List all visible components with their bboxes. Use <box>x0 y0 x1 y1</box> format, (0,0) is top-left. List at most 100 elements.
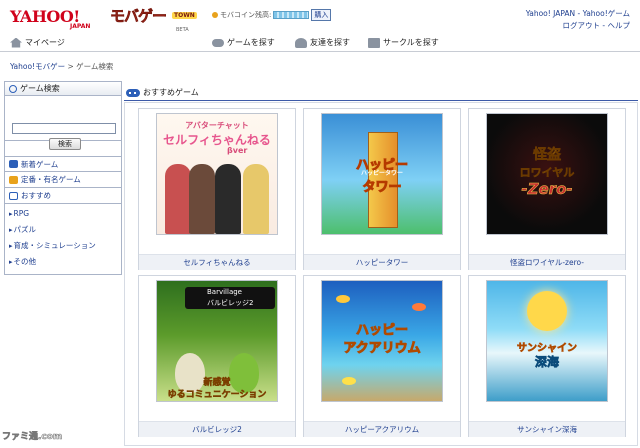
separator: - <box>575 9 583 18</box>
art-text: サンシャイン <box>517 343 578 355</box>
game-art: Barvillage バルビレッジ2 新感覚 ゆるコミュニケーション <box>157 281 277 401</box>
game-card[interactable]: 怪盗 ロワイヤル -Zero- 怪盗ロワイヤル-zero- <box>468 108 626 270</box>
art-text: ハッピータワー <box>360 170 403 177</box>
sidebar: ゲーム検索 検索 新着ゲーム 定番・有名ゲーム おすすめ RPG パズル 育成・… <box>4 81 122 275</box>
watermark: ファミ通.com <box>2 432 63 443</box>
art-text: セルフィちゃんねる <box>163 133 271 147</box>
art-text: 深海 <box>534 355 560 370</box>
game-art: サンシャイン 深海 <box>487 281 607 401</box>
yahoo-logo-japan: JAPAN <box>70 23 91 30</box>
game-thumbnail[interactable]: Barvillage バルビレッジ2 新感覚 ゆるコミュニケーション <box>156 280 278 402</box>
art-text: 怪盗 <box>533 147 562 164</box>
art-text: アクアリウム <box>343 341 421 357</box>
breadcrumb-current: ゲーム検索 <box>76 62 114 71</box>
character-art <box>189 164 215 234</box>
coin-amount <box>273 11 310 19</box>
character-art <box>165 164 191 234</box>
yahoo-japan-link[interactable]: Yahoo! JAPAN <box>526 9 575 18</box>
art-text: アバターチャット <box>185 121 249 130</box>
art-text: -Zero- <box>521 180 573 199</box>
circle-group-icon <box>368 37 380 48</box>
coin-icon <box>212 12 218 18</box>
genre-puzzle[interactable]: パズル <box>9 222 121 238</box>
game-title[interactable]: 怪盗ロワイヤル-zero- <box>469 254 625 270</box>
game-title[interactable]: バルビレッジ2 <box>139 421 295 437</box>
art-text: Barvillage <box>207 288 242 296</box>
controller-icon <box>126 88 140 97</box>
genre-rpg[interactable]: RPG <box>9 206 121 222</box>
search-box: 検索 <box>4 96 122 150</box>
game-title[interactable]: サンシャイン深海 <box>469 421 625 437</box>
mobage-logo-town: TOWN <box>172 12 197 19</box>
category-label: おすすめ <box>21 191 51 200</box>
game-title[interactable]: ハッピータワー <box>304 254 460 270</box>
category-label: 新着ゲーム <box>21 159 59 169</box>
title-bar: Barvillage バルビレッジ2 <box>185 287 275 309</box>
character-art <box>243 164 269 234</box>
separator: - <box>600 21 608 30</box>
game-thumbnail[interactable]: サンシャイン 深海 <box>486 280 608 402</box>
new-icon <box>9 160 18 168</box>
controller-icon <box>212 38 224 47</box>
art-text: タワー <box>362 180 402 196</box>
nav-find-circle[interactable]: サークルを探す <box>368 37 439 48</box>
game-art: 怪盗 ロワイヤル -Zero- <box>487 114 607 234</box>
header: YAHOO! JAPAN モバゲー TOWN BETA モバコイン残高: 購入 … <box>0 0 640 34</box>
coin-balance: モバコイン残高: 購入 <box>212 9 332 21</box>
category-label: 定番・有名ゲーム <box>21 175 81 184</box>
game-search-title: ゲーム検索 <box>20 84 60 93</box>
category-recommended[interactable]: おすすめ <box>4 188 122 204</box>
section-title: おすすめゲーム <box>143 88 199 97</box>
art-text: バルビレッジ2 <box>207 299 254 307</box>
genre-simulation[interactable]: 育成・シミュレーション <box>9 238 121 254</box>
game-title[interactable]: セルフィちゃんねる <box>139 254 295 270</box>
game-art: アバターチャット セルフィちゃんねる βver <box>157 114 277 234</box>
nav-mypage[interactable]: マイページ <box>10 37 65 48</box>
game-card[interactable]: サンシャイン 深海 サンシャイン深海 <box>468 275 626 437</box>
category-popular[interactable]: 定番・有名ゲーム <box>4 172 122 188</box>
home-icon <box>10 37 22 48</box>
game-card[interactable]: ハッピー タワー ハッピータワー ハッピータワー <box>303 108 461 270</box>
game-thumbnail[interactable]: アバターチャット セルフィちゃんねる βver <box>156 113 278 235</box>
top-links: Yahoo! JAPAN - Yahoo!ゲーム ログアウト - ヘルプ <box>526 8 630 32</box>
game-grid: アバターチャット セルフィちゃんねる βver セルフィちゃんねる ハッピー タ… <box>124 102 638 446</box>
friends-icon <box>295 37 307 48</box>
nav-find-circle-label: サークルを探す <box>383 38 439 47</box>
yahoo-game-link[interactable]: Yahoo!ゲーム <box>583 9 630 18</box>
genre-other[interactable]: その他 <box>9 254 121 270</box>
star-icon <box>9 175 18 184</box>
search-button[interactable]: 検索 <box>49 138 81 150</box>
buy-coin-button[interactable]: 購入 <box>311 9 332 21</box>
game-card[interactable]: Barvillage バルビレッジ2 新感覚 ゆるコミュニケーション バルビレッ… <box>138 275 296 437</box>
search-input[interactable] <box>12 123 116 134</box>
beta-label: BETA <box>176 27 189 33</box>
game-thumbnail[interactable]: ハッピー アクアリウム <box>321 280 443 402</box>
game-thumbnail[interactable]: 怪盗 ロワイヤル -Zero- <box>486 113 608 235</box>
mobage-logo[interactable]: モバゲー <box>110 5 168 26</box>
art-text: ハッピー <box>355 323 408 339</box>
genre-list: RPG パズル 育成・シミュレーション その他 <box>4 204 122 275</box>
nav-find-game[interactable]: ゲームを探す <box>212 37 275 48</box>
tv-icon <box>9 191 18 200</box>
game-title[interactable]: ハッピーアクアリウム <box>304 421 460 437</box>
character-art <box>215 164 241 234</box>
fish-art <box>342 377 356 385</box>
game-card[interactable]: ハッピー アクアリウム ハッピーアクアリウム <box>303 275 461 437</box>
nav-find-friend-label: 友達を探す <box>310 38 350 47</box>
help-link[interactable]: ヘルプ <box>608 21 631 30</box>
art-text: ロワイヤル <box>519 166 575 180</box>
game-search-header: ゲーム検索 <box>4 81 122 96</box>
logout-link[interactable]: ログアウト <box>563 21 601 30</box>
breadcrumb-home[interactable]: Yahoo!モバゲー <box>10 62 65 71</box>
nav-find-friend[interactable]: 友達を探す <box>295 37 350 48</box>
breadcrumb-separator: > <box>65 62 77 71</box>
search-icon <box>9 84 17 93</box>
game-thumbnail[interactable]: ハッピー タワー ハッピータワー <box>321 113 443 235</box>
category-new[interactable]: 新着ゲーム <box>4 156 122 172</box>
art-text: βver <box>227 146 248 155</box>
coin-label: モバコイン残高: <box>220 11 272 19</box>
breadcrumb: Yahoo!モバゲー > ゲーム検索 <box>10 61 113 72</box>
game-art: ハッピー アクアリウム <box>322 281 442 401</box>
game-art: ハッピー タワー ハッピータワー <box>322 114 442 234</box>
game-card[interactable]: アバターチャット セルフィちゃんねる βver セルフィちゃんねる <box>138 108 296 270</box>
